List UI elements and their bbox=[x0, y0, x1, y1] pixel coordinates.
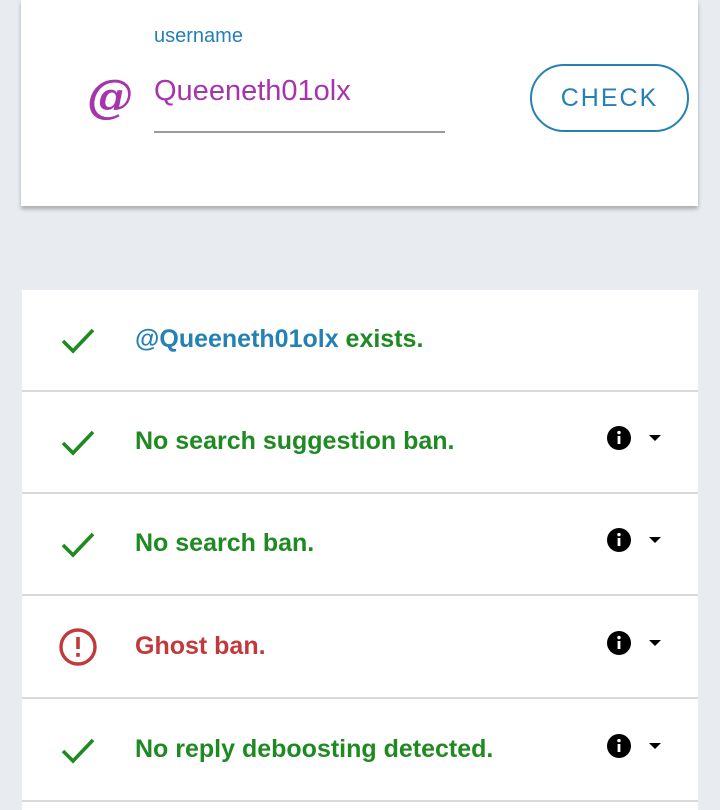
info-icon[interactable] bbox=[607, 426, 631, 450]
caret-down-icon[interactable] bbox=[648, 742, 662, 750]
username-input[interactable]: Queeneth01olx bbox=[154, 72, 445, 110]
caret-down-icon[interactable] bbox=[648, 434, 662, 442]
result-text: No reply deboosting detected. bbox=[135, 735, 494, 763]
result-row-ghost-ban[interactable]: Ghost ban. bbox=[22, 597, 698, 699]
result-suffix: exists. bbox=[338, 325, 424, 353]
caret-down-icon[interactable] bbox=[648, 639, 662, 647]
check-icon bbox=[61, 532, 95, 558]
at-icon: @ bbox=[87, 69, 133, 123]
result-text: @Queeneth01olx exists. bbox=[135, 322, 423, 356]
info-icon[interactable] bbox=[607, 528, 631, 552]
result-text: No search ban. bbox=[135, 529, 315, 557]
results-list: @Queeneth01olx exists. No search suggest… bbox=[22, 290, 698, 810]
result-handle: @Queeneth01olx bbox=[135, 325, 339, 353]
info-icon[interactable] bbox=[607, 734, 631, 758]
alert-circle-icon bbox=[59, 628, 97, 666]
result-row-search-ban[interactable]: No search ban. bbox=[22, 494, 698, 596]
username-card: @ username Queeneth01olx CHECK bbox=[21, 0, 698, 206]
username-label: username bbox=[154, 25, 243, 47]
check-icon bbox=[61, 738, 95, 764]
result-row-search-suggestion-ban[interactable]: No search suggestion ban. bbox=[22, 392, 698, 494]
check-icon bbox=[61, 328, 95, 354]
result-row-exists: @Queeneth01olx exists. bbox=[22, 290, 698, 392]
result-row-reply-deboosting[interactable]: No reply deboosting detected. bbox=[22, 700, 698, 802]
result-text: Ghost ban. bbox=[135, 632, 266, 660]
check-button[interactable]: CHECK bbox=[530, 64, 689, 132]
input-underline bbox=[154, 131, 445, 133]
check-icon bbox=[61, 430, 95, 456]
info-icon[interactable] bbox=[607, 631, 631, 655]
result-text: No search suggestion ban. bbox=[135, 427, 455, 455]
caret-down-icon[interactable] bbox=[648, 536, 662, 544]
